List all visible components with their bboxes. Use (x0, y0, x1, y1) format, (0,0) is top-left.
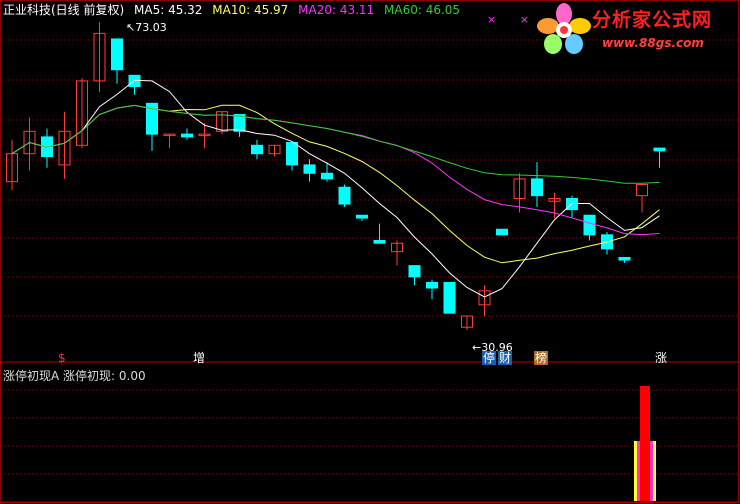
high-price-annotation: ↖73.03 (126, 21, 167, 34)
candle-down (531, 178, 543, 197)
event-tag-halt[interactable]: 停 (482, 351, 497, 365)
chart-header: 正业科技(日线 前复权) MA5: 45.32 MA10: 45.97 MA20… (3, 1, 466, 18)
ma10-line (11, 104, 660, 264)
ma20-line (11, 104, 660, 236)
candle-down (426, 281, 438, 289)
indicator-header: 涨停初现A 涨停初现: 0.00 (3, 367, 146, 384)
logo-text: 分析家公式网 (592, 9, 713, 31)
candle-down (303, 164, 316, 174)
chart-window[interactable]: 正业科技(日线 前复权) MA5: 45.32 MA10: 45.97 MA20… (0, 0, 740, 504)
candle-down (653, 147, 666, 152)
ma60-value: MA60: 46.05 (384, 3, 461, 17)
logo-url: www.88gs.com (602, 36, 704, 50)
indicator-value: 涨停初现: 0.00 (63, 369, 146, 383)
event-tag-rise[interactable]: 涨 (654, 351, 668, 365)
kline-chart[interactable] (0, 0, 740, 504)
ma60-line (11, 104, 660, 184)
site-logo: 分析家公式网 www.88gs.com (536, 2, 734, 60)
candle-down (356, 214, 368, 219)
candle-down (338, 186, 351, 205)
candle-down (618, 256, 631, 261)
candle-down (373, 239, 386, 244)
chart-frame (0, 0, 739, 503)
indicator-title: 涨停初现A (3, 369, 60, 383)
candle-down (443, 281, 456, 314)
candle-down (321, 172, 333, 180)
candle-down (583, 214, 596, 236)
candle-down (496, 228, 508, 236)
candle-down (251, 144, 263, 155)
event-tag-increase[interactable]: 增 (192, 351, 206, 365)
candle-down (111, 38, 123, 71)
candle-down (286, 142, 298, 166)
event-tag-dollar[interactable]: $ (57, 351, 67, 365)
header-marks: × × (487, 13, 539, 26)
ma5-value: MA5: 45.32 (134, 3, 203, 17)
candle-down (181, 133, 193, 138)
candle-up (636, 183, 648, 197)
ma5-line (11, 79, 660, 298)
signal-bar-red (640, 386, 650, 501)
ma10-value: MA10: 45.97 (212, 3, 289, 17)
stock-title: 正业科技(日线 前复权) (3, 3, 125, 17)
event-tag-finance[interactable]: 财 (498, 351, 513, 365)
event-tag-list[interactable]: 榜 (534, 351, 549, 365)
ma20-value: MA20: 43.11 (298, 3, 375, 17)
flower-logo-icon (537, 3, 591, 54)
candle-down (408, 265, 421, 278)
